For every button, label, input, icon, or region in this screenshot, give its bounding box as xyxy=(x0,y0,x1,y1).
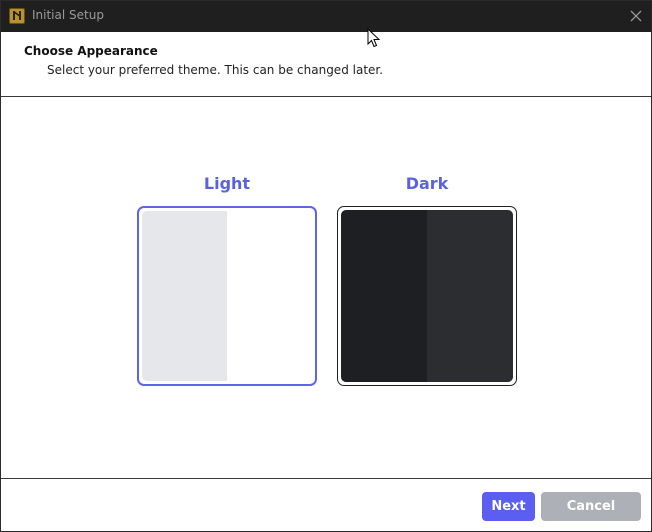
theme-preview-light xyxy=(142,211,312,381)
page-subtitle: Select your preferred theme. This can be… xyxy=(47,63,384,77)
preview-pane-content xyxy=(427,210,513,382)
page-title: Choose Appearance xyxy=(24,44,158,58)
title-bar[interactable]: Initial Setup xyxy=(1,1,651,32)
next-button[interactable]: Next xyxy=(482,492,535,521)
footer-divider xyxy=(1,478,651,479)
cancel-button[interactable]: Cancel xyxy=(541,492,641,521)
theme-option-light[interactable] xyxy=(137,206,317,386)
preview-pane-content xyxy=(227,211,312,381)
close-icon[interactable] xyxy=(627,7,645,25)
preview-pane-sidebar xyxy=(341,210,427,382)
theme-preview-dark xyxy=(341,210,513,382)
window-title: Initial Setup xyxy=(32,8,104,22)
theme-label-light: Light xyxy=(203,174,251,193)
theme-label-dark: Dark xyxy=(405,174,449,193)
app-logo-icon xyxy=(9,8,25,24)
preview-pane-sidebar xyxy=(142,211,227,381)
theme-option-dark[interactable] xyxy=(337,206,517,386)
setup-dialog: Initial Setup Choose Appearance Select y… xyxy=(0,0,652,532)
mouse-pointer-icon xyxy=(367,28,381,48)
page-header: Choose Appearance Select your preferred … xyxy=(1,32,651,97)
